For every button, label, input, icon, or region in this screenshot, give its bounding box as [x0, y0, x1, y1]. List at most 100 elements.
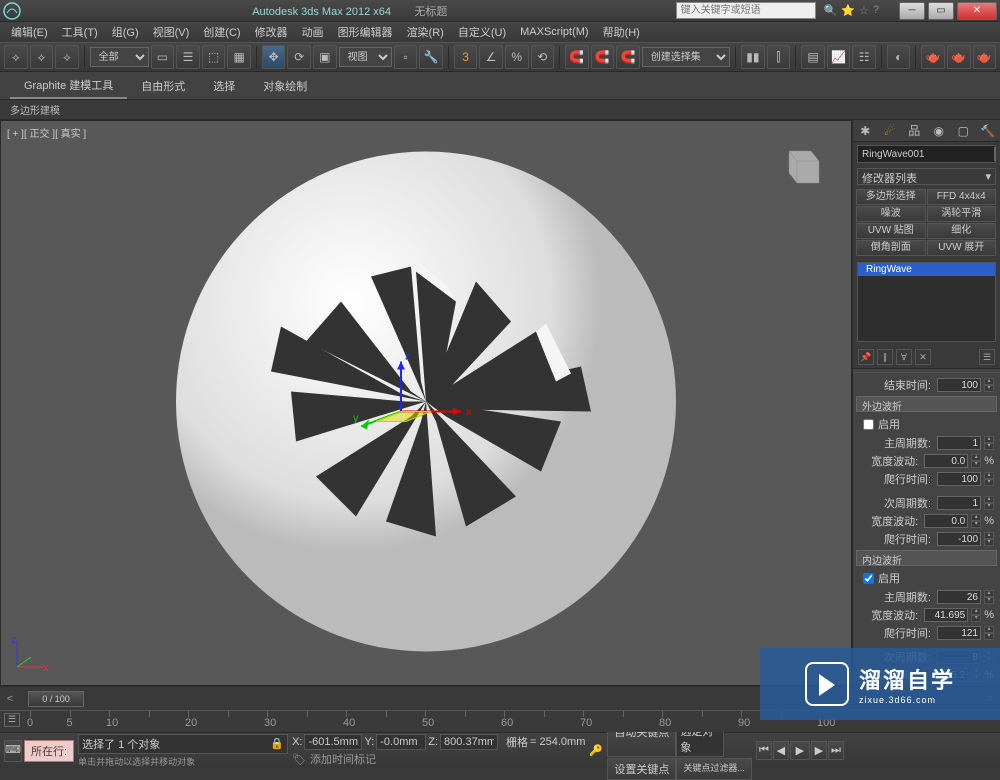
modifier-list-combo[interactable]: 修改器列表▾ — [857, 168, 996, 185]
mod-btn-bevelprofile[interactable]: 倒角剖面 — [856, 240, 926, 256]
setkey-button[interactable]: 设置关键点 — [607, 758, 676, 780]
selection-filter[interactable]: 全部 — [90, 47, 149, 67]
bind-icon[interactable]: ⟡ — [55, 45, 79, 69]
stack-item-ringwave[interactable]: RingWave — [858, 263, 995, 276]
menu-group[interactable]: 组(G) — [105, 24, 146, 40]
menu-tools[interactable]: 工具(T) — [55, 24, 105, 40]
angle-snap-icon[interactable]: ∠ — [479, 45, 503, 69]
close-button[interactable]: ✕ — [957, 2, 997, 20]
mod-btn-tessellate[interactable]: 细化 — [927, 223, 997, 239]
mod-btn-uvwunwrap[interactable]: UVW 展开 — [927, 240, 997, 256]
render-icon[interactable]: 🫖 — [973, 45, 997, 69]
coord-y-input[interactable] — [376, 734, 426, 750]
modify-panel-icon[interactable]: ☄ — [881, 124, 899, 138]
menu-view[interactable]: 视图(V) — [146, 24, 197, 40]
play-icon[interactable]: ▶ — [790, 741, 810, 760]
pin-stack-icon[interactable]: 📌 — [858, 349, 874, 365]
remove-icon[interactable]: ✕ — [915, 349, 931, 365]
inner-widthflux-spinner[interactable] — [924, 608, 968, 622]
select-name-icon[interactable]: ☰ — [176, 45, 200, 69]
timetag-icon[interactable]: 🏷 — [292, 753, 306, 766]
mod-btn-polyselect[interactable]: 多边形选择 — [856, 189, 926, 205]
inner-crawltime-spinner[interactable] — [937, 626, 981, 640]
outer-mainperiod-spinner[interactable] — [937, 436, 981, 450]
time-slider-handle[interactable]: 0 / 100 — [28, 691, 84, 707]
mirror-icon[interactable]: ▮▮ — [741, 45, 765, 69]
align-icon[interactable]: ⫿ — [767, 45, 791, 69]
pivot-icon[interactable]: ▫ — [394, 45, 418, 69]
ribbon-tab-graphite[interactable]: Graphite 建模工具 — [10, 73, 127, 99]
modifier-stack[interactable]: RingWave — [857, 262, 996, 342]
outer-enable-check[interactable] — [863, 419, 874, 430]
prev-frame-icon[interactable]: ◀ — [773, 741, 789, 760]
script-mini-icon[interactable]: ⌨ — [4, 740, 22, 762]
snap-icon[interactable]: 3 — [454, 45, 478, 69]
mod-btn-turbosmooth[interactable]: 涡轮平滑 — [927, 206, 997, 222]
lock-icon[interactable]: 🔒 — [270, 737, 284, 750]
endtime-spinner[interactable] — [937, 378, 981, 392]
maximize-button[interactable]: ▭ — [928, 2, 954, 20]
outer-widthflux2-spinner[interactable] — [924, 514, 968, 528]
menu-render[interactable]: 渲染(R) — [400, 24, 451, 40]
create-panel-icon[interactable]: ✱ — [856, 124, 874, 138]
display-panel-icon[interactable]: ▢ — [954, 124, 972, 138]
outer-crawltime2-spinner[interactable] — [937, 532, 981, 546]
key-lock-icon[interactable]: 🔑 — [589, 741, 603, 761]
next-frame-icon[interactable]: ▶ — [811, 741, 827, 760]
menu-edit[interactable]: 编辑(E) — [4, 24, 55, 40]
outer-widthflux-spinner[interactable] — [924, 454, 968, 468]
hierarchy-panel-icon[interactable]: 品 — [905, 122, 923, 139]
coord-z-input[interactable] — [440, 734, 498, 750]
ribbon-tab-freeform[interactable]: 自由形式 — [127, 74, 199, 98]
object-name-input[interactable] — [862, 147, 994, 161]
help-search-input[interactable] — [676, 2, 816, 19]
signin-icon[interactable]: ⭐ — [841, 4, 855, 17]
menu-animation[interactable]: 动画 — [295, 24, 331, 40]
magnet3-icon[interactable]: 🧲 — [616, 45, 640, 69]
manipulate-icon[interactable]: 🔧 — [419, 45, 443, 69]
object-color-swatch[interactable] — [994, 147, 996, 161]
named-selection[interactable]: 创建选择集 — [642, 47, 730, 67]
mod-btn-ffd[interactable]: FFD 4x4x4 — [927, 189, 997, 205]
render-setup-icon[interactable]: 🫖 — [921, 45, 945, 69]
select-scale-icon[interactable]: ▣ — [313, 45, 337, 69]
menu-help[interactable]: 帮助(H) — [596, 24, 647, 40]
infocenter-icon[interactable]: 🔍 — [824, 4, 838, 17]
mod-btn-noise[interactable]: 噪波 — [856, 206, 926, 222]
magnet-icon[interactable]: 🧲 — [565, 45, 589, 69]
link-icon[interactable]: ⟡ — [4, 45, 28, 69]
select-rotate-icon[interactable]: ⟳ — [287, 45, 311, 69]
window-crossing-icon[interactable]: ▦ — [227, 45, 251, 69]
menu-modifiers[interactable]: 修改器 — [248, 24, 295, 40]
trackbar-toggle-icon[interactable]: ☰ — [4, 713, 20, 727]
add-timetag[interactable]: 添加时间标记 — [310, 751, 376, 767]
ribbon-tab-selection[interactable]: 选择 — [199, 74, 249, 98]
goto-end-icon[interactable]: ⏭ — [828, 741, 844, 760]
viewcube[interactable] — [773, 141, 827, 195]
refcoord-combo[interactable]: 视图 — [339, 47, 392, 67]
select-move-icon[interactable]: ✥ — [262, 45, 286, 69]
spinner-snap-icon[interactable]: ⟲ — [531, 45, 555, 69]
menu-customize[interactable]: 自定义(U) — [451, 24, 513, 40]
schematic-icon[interactable]: ☷ — [852, 45, 876, 69]
help-icon[interactable]: ? — [873, 4, 879, 17]
layers-icon[interactable]: ▤ — [801, 45, 825, 69]
select-icon[interactable]: ▭ — [151, 45, 175, 69]
utilities-panel-icon[interactable]: 🔨 — [979, 124, 997, 138]
outer-subperiod-spinner[interactable] — [937, 496, 981, 510]
show-end-icon[interactable]: ∥ — [877, 349, 893, 365]
percent-snap-icon[interactable]: % — [505, 45, 529, 69]
magnet2-icon[interactable]: 🧲 — [591, 45, 615, 69]
ribbon-tab-objpaint[interactable]: 对象绘制 — [249, 74, 321, 98]
motion-panel-icon[interactable]: ◉ — [930, 124, 948, 138]
menu-grapheditors[interactable]: 图形编辑器 — [331, 24, 400, 40]
viewport-label[interactable]: [ + ][ 正交 ][ 真实 ] — [7, 125, 86, 140]
favorites-icon[interactable]: ☆ — [859, 4, 869, 17]
goto-start-icon[interactable]: ⏮ — [756, 741, 772, 760]
outer-break-rollout[interactable]: 外边波折 — [856, 396, 997, 412]
render-frame-icon[interactable]: 🫖 — [947, 45, 971, 69]
inner-enable-check[interactable] — [863, 573, 874, 584]
inner-mainperiod-spinner[interactable] — [937, 590, 981, 604]
minimize-button[interactable]: ─ — [899, 2, 925, 20]
mod-btn-uvwmap[interactable]: UVW 贴图 — [856, 223, 926, 239]
